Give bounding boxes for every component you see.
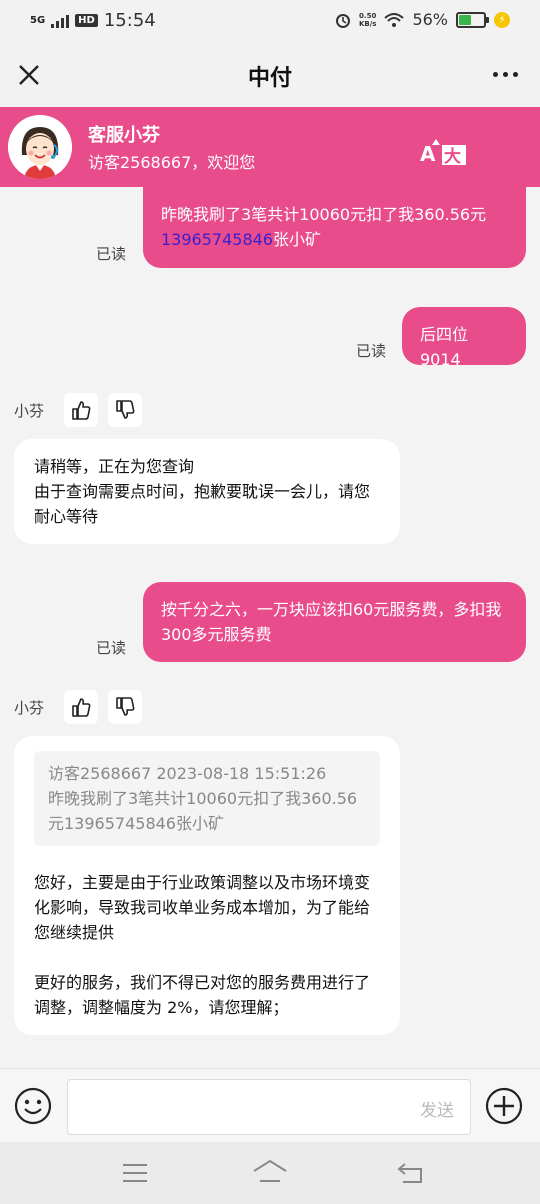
thumbs-up-icon[interactable] (64, 690, 98, 724)
avatar[interactable] (8, 115, 72, 179)
network-type: 5G (30, 14, 46, 26)
read-status: 已读 (96, 245, 127, 263)
thumbs-up-icon[interactable] (64, 393, 98, 427)
net-speed: 0.50 KB/s (358, 11, 377, 28)
battery-percent: 56% (412, 10, 448, 29)
hd-badge: HD (75, 14, 98, 27)
read-status: 已读 (96, 639, 127, 657)
emoji-icon[interactable] (14, 1087, 52, 1125)
message-text: 按千分之六，一万块应该扣60元服务费，多扣我300多元服务费 (161, 600, 502, 644)
alarm-icon (335, 13, 350, 28)
text-size-icon[interactable]: A 大 (420, 137, 468, 167)
agent-header: 客服小芬 访客2568667，欢迎您 A 大 (0, 107, 540, 187)
message-input[interactable]: 发送 (67, 1079, 471, 1135)
charging-icon: ⚡ (494, 11, 510, 28)
clock: 15:54 (103, 10, 156, 31)
menu-icon[interactable] (120, 1160, 150, 1186)
sender-row: 小芬 (14, 690, 152, 724)
outgoing-message[interactable]: 后四位9014 (402, 307, 526, 369)
message-text: 请稍等，正在为您查询 (34, 457, 195, 476)
system-nav-bar (0, 1142, 540, 1204)
thumbs-down-icon[interactable] (108, 690, 142, 724)
battery-icon (456, 11, 489, 28)
phone-link[interactable]: 13965745846 (161, 230, 273, 249)
status-bar: 5G HD 15:54 0.50 KB/s 56% ⚡ (0, 0, 540, 44)
message-text: 后四位9014 (420, 325, 469, 369)
message-text: 更好的服务，我们不得已对您的服务费用进行了调整，调整幅度为 2%，请您理解； (34, 973, 371, 1017)
title-bar: 中付 (0, 44, 540, 106)
wifi-icon (384, 12, 405, 27)
plus-icon[interactable] (485, 1087, 523, 1125)
back-icon[interactable] (395, 1158, 427, 1188)
chat-area[interactable]: 已读 昨晚我刷了3笔共计10060元扣了我360.56元 13965745846… (0, 187, 540, 1068)
quote-body: 昨晚我刷了3笔共计10060元扣了我360.56元13965745846张小矿 (48, 789, 358, 833)
read-status: 已读 (356, 342, 387, 360)
thumbs-down-icon[interactable] (108, 393, 142, 427)
more-options-icon[interactable] (493, 72, 518, 77)
agent-name: 客服小芬 (88, 125, 160, 146)
quote-header: 访客2568667 2023-08-18 15:51:26 (48, 764, 327, 783)
sender-name: 小芬 (14, 401, 45, 420)
sender-name: 小芬 (14, 698, 45, 717)
agent-avatar-icon (8, 115, 72, 179)
input-bar: 发送 (0, 1068, 540, 1143)
quoted-message: 访客2568667 2023-08-18 15:51:26 昨晚我刷了3笔共计1… (34, 751, 380, 846)
message-text: 张小矿 (272, 230, 321, 249)
agent-welcome: 访客2568667，欢迎您 (88, 153, 256, 172)
incoming-message[interactable]: 请稍等，正在为您查询 由于查询需要点时间，抱歉要耽误一会儿，请您耐心等待 (14, 439, 400, 544)
message-text: 昨晚我刷了3笔共计10060元扣了我360.56元 (161, 205, 487, 224)
svg-text:大: 大 (444, 146, 461, 167)
home-icon[interactable] (251, 1157, 289, 1187)
outgoing-message[interactable]: 昨晚我刷了3笔共计10060元扣了我360.56元 13965745846张小矿 (143, 187, 526, 268)
page-title: 中付 (247, 66, 292, 91)
signal-icon (51, 14, 70, 28)
message-text: 由于查询需要点时间，抱歉要耽误一会儿，请您耐心等待 (34, 482, 371, 526)
incoming-message[interactable]: 访客2568667 2023-08-18 15:51:26 昨晚我刷了3笔共计1… (14, 736, 400, 1035)
send-button[interactable]: 发送 (420, 1096, 454, 1121)
sender-row: 小芬 (14, 393, 152, 427)
message-text: 您好，主要是由于行业政策调整以及市场环境变化影响，导致我司收单业务成本增加，为了… (34, 873, 371, 942)
outgoing-message[interactable]: 按千分之六，一万块应该扣60元服务费，多扣我300多元服务费 (143, 582, 526, 662)
